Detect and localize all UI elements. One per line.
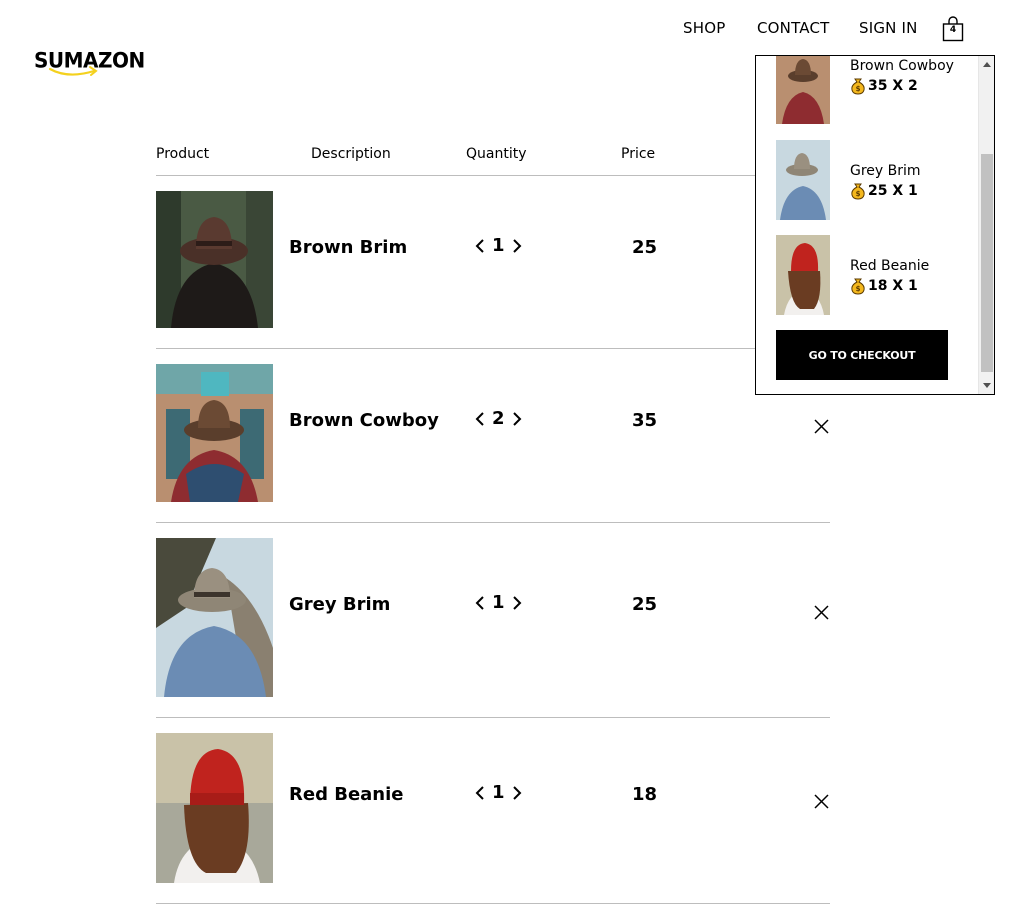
quantity-value: 1 xyxy=(492,592,505,613)
cart-count-badge: 4 xyxy=(949,25,957,35)
cart-button[interactable]: 4 xyxy=(942,16,964,42)
chevron-left-icon[interactable] xyxy=(474,410,486,428)
quantity-stepper: 1 xyxy=(474,782,534,803)
nav-shop-link[interactable]: SHOP xyxy=(683,19,725,37)
chevron-right-icon[interactable] xyxy=(511,237,523,255)
scroll-thumb[interactable] xyxy=(981,154,993,372)
cart-item-name: Red Beanie xyxy=(850,258,930,274)
cart-item-price-qty: 18 X 1 xyxy=(868,278,918,294)
table-row: Red Beanie 1 18 xyxy=(156,718,830,904)
product-price: 35 xyxy=(632,410,658,431)
chevron-right-icon[interactable] xyxy=(511,784,523,802)
header-description: Description xyxy=(311,146,391,162)
money-bag-icon: $ xyxy=(851,78,865,95)
scroll-down-arrow-icon[interactable] xyxy=(983,383,991,388)
close-icon[interactable] xyxy=(813,418,830,435)
cart-item-name: Grey Brim xyxy=(850,163,921,179)
table-row: Grey Brim 1 25 xyxy=(156,523,830,718)
product-image-red-beanie xyxy=(156,733,273,883)
money-bag-icon: $ xyxy=(851,278,865,295)
cart-item-price-row: $ 25 X 1 xyxy=(850,181,960,201)
product-name: Red Beanie xyxy=(289,784,404,805)
logo-smile-arrow-icon xyxy=(48,66,98,76)
product-name: Brown Cowboy xyxy=(289,410,439,431)
product-name: Brown Brim xyxy=(289,237,408,258)
product-image-brown-cowboy xyxy=(156,364,273,502)
header-quantity: Quantity xyxy=(466,146,527,162)
cart-dropdown[interactable]: Brown Cowboy $ 35 X 2 Grey Brim $ 25 X 1 xyxy=(755,55,995,395)
quantity-stepper: 1 xyxy=(474,235,534,256)
close-icon[interactable] xyxy=(813,604,830,621)
quantity-stepper: 1 xyxy=(474,592,534,613)
chevron-right-icon[interactable] xyxy=(511,410,523,428)
table-row: Brown Brim 1 25 xyxy=(156,176,830,349)
svg-text:$: $ xyxy=(856,85,861,93)
cart-item-price-row: $ 18 X 1 xyxy=(850,276,960,296)
cart-item-info: Brown Cowboy $ 35 X 2 xyxy=(850,56,960,96)
cart-dropdown-scrollbar[interactable] xyxy=(978,56,994,394)
cart-table: Product Description Quantity Price Brown… xyxy=(156,144,830,904)
cart-item-name: Brown Cowboy xyxy=(850,58,954,74)
close-icon[interactable] xyxy=(813,793,830,810)
go-to-checkout-button[interactable]: GO TO CHECKOUT xyxy=(776,330,948,380)
product-name: Grey Brim xyxy=(289,594,391,615)
table-header: Product Description Quantity Price xyxy=(156,144,830,176)
product-price: 18 xyxy=(632,784,658,805)
product-price: 25 xyxy=(632,594,658,615)
cart-item-price-qty: 35 X 2 xyxy=(868,78,918,94)
product-image-brown-brim xyxy=(156,191,273,328)
chevron-left-icon[interactable] xyxy=(474,237,486,255)
header-product: Product xyxy=(156,146,210,162)
cart-item-image xyxy=(776,235,830,315)
quantity-value: 2 xyxy=(492,408,505,429)
logo[interactable]: SUMAZON xyxy=(34,47,145,82)
table-row: Brown Cowboy 2 35 xyxy=(156,349,830,523)
cart-item-price-qty: 25 X 1 xyxy=(868,183,918,199)
cart-item-image xyxy=(776,56,830,124)
product-price: 25 xyxy=(632,237,658,258)
chevron-right-icon[interactable] xyxy=(511,594,523,612)
cart-item-info: Grey Brim $ 25 X 1 xyxy=(850,161,960,201)
cart-item-price-row: $ 35 X 2 xyxy=(850,76,960,96)
svg-text:$: $ xyxy=(856,190,861,198)
header-price: Price xyxy=(621,146,656,162)
product-image-grey-brim xyxy=(156,538,273,697)
scroll-up-arrow-icon[interactable] xyxy=(983,62,991,67)
chevron-left-icon[interactable] xyxy=(474,784,486,802)
cart-item-image xyxy=(776,140,830,220)
nav-contact-link[interactable]: CONTACT xyxy=(757,19,830,37)
svg-text:$: $ xyxy=(856,285,861,293)
quantity-value: 1 xyxy=(492,235,505,256)
chevron-left-icon[interactable] xyxy=(474,594,486,612)
quantity-value: 1 xyxy=(492,782,505,803)
nav-sign-in-link[interactable]: SIGN IN xyxy=(859,19,918,37)
quantity-stepper: 2 xyxy=(474,408,534,429)
money-bag-icon: $ xyxy=(851,183,865,200)
cart-item-info: Red Beanie $ 18 X 1 xyxy=(850,256,960,296)
